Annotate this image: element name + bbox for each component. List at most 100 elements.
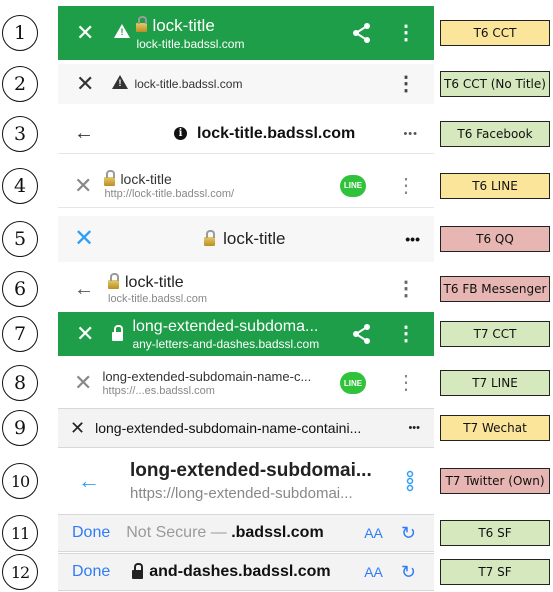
browser-tag: T7 Twitter (Own) xyxy=(440,468,550,494)
lock-icon xyxy=(112,324,124,341)
row-9: 9 ✕ long-extended-subdomain-name-contain… xyxy=(0,408,553,448)
kebab-menu-icon[interactable]: ⋮ xyxy=(396,74,416,94)
row-2: 2 ✕ ! lock-title.badssl.com ⋮ T6 CCT (No… xyxy=(0,64,553,104)
row-number: 1 xyxy=(2,15,38,51)
close-icon[interactable]: ✕ xyxy=(74,227,94,251)
safari-toolbar: Done Not Secure — .badssl.com AA ↻ xyxy=(58,514,434,552)
messenger-toolbar: ← lock-title lock-title.badssl.com ⋮ xyxy=(58,268,434,310)
row-number: 6 xyxy=(2,271,38,307)
reload-icon[interactable]: ↻ xyxy=(401,523,416,544)
row-3: 3 ← i lock-title.badssl.com ••• T6 Faceb… xyxy=(0,114,553,154)
row-4: 4 ✕ lock-title http://lock-title.badssl.… xyxy=(0,164,553,208)
close-icon[interactable]: ✕ xyxy=(76,73,94,95)
row-number: 10 xyxy=(2,463,38,499)
title-block[interactable]: long-extended-subdomai... https://long-e… xyxy=(130,460,372,502)
close-icon[interactable]: ✕ xyxy=(76,22,94,44)
page-url: any-letters-and-dashes.badssl.com xyxy=(132,336,320,351)
title-block[interactable]: long-extended-subdomain-name-c... https:… xyxy=(102,369,311,397)
lock-icon xyxy=(204,229,216,246)
wechat-toolbar: ✕ long-extended-subdomain-name-containi.… xyxy=(58,408,434,448)
close-icon[interactable]: ✕ xyxy=(74,174,92,197)
page-url[interactable]: lock-title.badssl.com xyxy=(134,77,242,91)
page-title: lock-title xyxy=(152,15,215,35)
page-url: lock-title.badssl.com xyxy=(108,292,208,305)
browser-tag: T6 CCT (No Title) xyxy=(440,71,550,97)
info-icon[interactable]: i xyxy=(174,127,187,140)
line-badge-icon[interactable]: LINE xyxy=(340,372,366,394)
row-number: 5 xyxy=(2,221,38,257)
back-arrow-icon[interactable]: ← xyxy=(74,278,94,301)
text-size-button[interactable]: AA xyxy=(364,564,383,580)
lock-icon xyxy=(136,16,148,32)
kebab-menu-icon[interactable] xyxy=(406,470,414,492)
title-block[interactable]: lock-title lock-title.badssl.com xyxy=(136,16,244,51)
browser-tag: T6 CCT xyxy=(440,20,550,46)
not-secure-label: Not Secure — xyxy=(126,524,232,541)
cct-toolbar: ✕ ! lock-title lock-title.badssl.com ⋮ xyxy=(58,6,434,60)
row-number: 8 xyxy=(2,365,38,401)
back-arrow-icon[interactable]: ← xyxy=(74,122,94,145)
browser-tag: T7 CCT xyxy=(440,321,550,347)
title-block[interactable]: lock-title lock-title.badssl.com xyxy=(108,273,208,305)
kebab-menu-icon[interactable]: ⋮ xyxy=(396,324,416,344)
more-dots-icon[interactable]: ••• xyxy=(405,231,420,247)
row-number: 2 xyxy=(2,66,38,102)
more-dots-icon[interactable]: ••• xyxy=(408,422,420,434)
back-arrow-icon[interactable]: ← xyxy=(78,468,100,494)
page-title[interactable]: long-extended-subdomain-name-containi... xyxy=(95,420,361,436)
title-block[interactable]: lock-title http://lock-title.badssl.com/ xyxy=(104,169,235,200)
close-icon[interactable]: ✕ xyxy=(70,418,85,439)
row-7: 7 ✕ long-extended-subdoma... any-letters… xyxy=(0,312,553,356)
page-url[interactable]: .badssl.com xyxy=(231,524,323,542)
line-toolbar: ✕ lock-title http://lock-title.badssl.co… xyxy=(58,164,434,208)
cct-toolbar-no-title: ✕ ! lock-title.badssl.com ⋮ xyxy=(58,64,434,104)
lock-icon xyxy=(132,562,144,579)
more-dots-icon[interactable]: ••• xyxy=(403,128,418,140)
page-title: long-extended-subdoma... xyxy=(132,317,319,335)
row-1: 1 ✕ ! lock-title lock-title.badssl.com ⋮… xyxy=(0,6,553,60)
qq-toolbar: ✕ lock-title ••• xyxy=(58,216,434,262)
row-8: 8 ✕ long-extended-subdomain-name-c... ht… xyxy=(0,363,553,403)
line-badge-icon[interactable]: LINE xyxy=(340,174,366,197)
row-5: 5 ✕ lock-title ••• T6 QQ xyxy=(0,216,553,262)
share-icon[interactable] xyxy=(352,22,372,44)
kebab-menu-icon[interactable]: ⋮ xyxy=(396,23,416,43)
browser-tag: T6 FB Messenger xyxy=(440,276,550,302)
row-number: 4 xyxy=(2,168,38,204)
warning-icon: ! xyxy=(114,23,131,43)
close-icon[interactable]: ✕ xyxy=(76,323,94,345)
line-toolbar: ✕ long-extended-subdomain-name-c... http… xyxy=(58,363,434,403)
kebab-menu-icon[interactable]: ⋮ xyxy=(396,373,416,393)
page-title: long-extended-subdomai... xyxy=(130,460,372,481)
close-icon[interactable]: ✕ xyxy=(74,372,92,394)
row-12: 12 Done and-dashes.badssl.com AA ↻ T7 SF xyxy=(0,553,553,591)
row-number: 9 xyxy=(2,410,38,446)
row-10: 10 ← long-extended-subdomai... https://l… xyxy=(0,454,553,508)
kebab-menu-icon[interactable]: ⋮ xyxy=(396,176,416,196)
row-number: 3 xyxy=(2,116,38,152)
safari-toolbar: Done and-dashes.badssl.com AA ↻ xyxy=(58,553,434,591)
done-button[interactable]: Done xyxy=(72,563,110,581)
lock-icon xyxy=(108,273,119,289)
kebab-menu-icon[interactable]: ⋮ xyxy=(396,279,416,299)
page-url: https://long-extended-subdomai... xyxy=(130,485,353,502)
page-url: http://lock-title.badssl.com/ xyxy=(104,188,235,200)
title-block[interactable]: long-extended-subdoma... any-letters-and… xyxy=(132,318,319,351)
cct-toolbar: ✕ long-extended-subdoma... any-letters-a… xyxy=(58,312,434,356)
page-title: lock-title xyxy=(223,229,286,248)
browser-tag: T6 QQ xyxy=(440,226,550,252)
row-number: 7 xyxy=(2,316,38,352)
page-url[interactable]: and-dashes.badssl.com xyxy=(149,563,330,581)
reload-icon[interactable]: ↻ xyxy=(401,562,416,583)
done-button[interactable]: Done xyxy=(72,524,110,542)
row-11: 11 Done Not Secure — .badssl.com AA ↻ T6… xyxy=(0,514,553,552)
browser-tag: T6 SF xyxy=(440,520,550,546)
browser-tag: T7 LINE xyxy=(440,370,550,396)
text-size-button[interactable]: AA xyxy=(364,525,383,541)
share-icon[interactable] xyxy=(352,323,372,345)
row-number: 11 xyxy=(2,515,38,551)
browser-tag: T6 Facebook xyxy=(440,121,550,147)
row-6: 6 ← lock-title lock-title.badssl.com ⋮ T… xyxy=(0,268,553,310)
page-url: lock-title.badssl.com xyxy=(136,36,245,51)
page-url: lock-title.badssl.com xyxy=(197,124,356,142)
